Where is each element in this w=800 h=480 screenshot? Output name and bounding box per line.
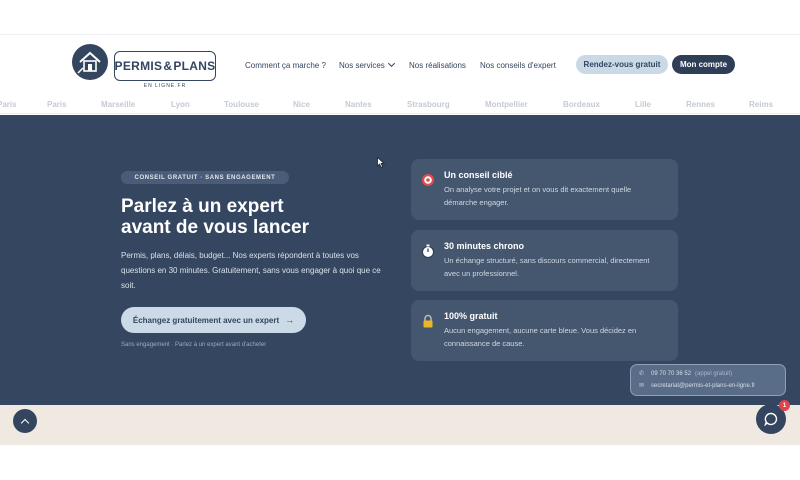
- account-button[interactable]: Mon compte: [672, 55, 735, 74]
- city-item[interactable]: Lyon: [171, 100, 190, 109]
- nav-realisations[interactable]: Nos réalisations: [409, 58, 466, 72]
- page: PERMIS & PLANS EN LIGNE.FR Comment ça ma…: [0, 0, 800, 480]
- city-item[interactable]: Nice: [293, 100, 310, 109]
- logo-subtitle: EN LIGNE.FR: [143, 83, 187, 89]
- city-item[interactable]: Rennes: [686, 100, 715, 109]
- padlock-icon: [423, 314, 433, 328]
- rdv-button[interactable]: Rendez-vous gratuit: [576, 55, 668, 74]
- feature-card: 100% gratuit Aucun engagement, aucune ca…: [411, 300, 678, 361]
- contact-panel: ✆ 09 70 70 36 52 (appel gratuit) ✉ secre…: [630, 364, 786, 396]
- city-item[interactable]: Paris: [0, 100, 17, 109]
- logo-brand-part2: PLANS: [173, 59, 216, 73]
- mail-icon: ✉: [639, 383, 645, 389]
- logo-ampersand: &: [163, 59, 173, 73]
- contact-email-row[interactable]: ✉ secretariat@permis-et-plans-en-ligne.f…: [639, 382, 756, 390]
- site-logo[interactable]: PERMIS & PLANS EN LIGNE.FR: [66, 38, 224, 96]
- hero-section: [0, 115, 800, 405]
- hero-headline: Parlez à un expert avant de vous lancer: [121, 196, 381, 238]
- talk-to-expert-button[interactable]: Échangez gratuitement avec un expert →: [121, 307, 306, 333]
- city-item[interactable]: Reims: [749, 100, 773, 109]
- contact-email: secretariat@permis-et-plans-en-ligne.fr: [651, 382, 756, 389]
- city-item[interactable]: Paris: [47, 100, 67, 109]
- hero-headline-line2: avant de vous lancer: [121, 217, 309, 238]
- feature-card: Un conseil ciblé On analyse votre projet…: [411, 159, 678, 220]
- feature-card-title: 30 minutes chrono: [444, 241, 525, 251]
- city-item[interactable]: Marseille: [101, 100, 135, 109]
- feature-card-title: Un conseil ciblé: [444, 170, 513, 180]
- phone-icon: ✆: [639, 371, 645, 377]
- chevron-up-icon: [20, 418, 30, 427]
- arrow-right-icon: →: [285, 315, 295, 325]
- beige-section: [0, 405, 800, 445]
- city-item[interactable]: Montpellier: [485, 100, 528, 109]
- feature-card-text: On analyse votre projet et on vous dit e…: [444, 185, 632, 207]
- contact-phone: 09 70 70 36 52: [651, 370, 692, 377]
- nav-how-it-works[interactable]: Comment ça marche ?: [245, 58, 326, 72]
- hero-headline-line1: Parlez à un expert: [121, 196, 284, 217]
- nav-services[interactable]: Nos services: [339, 58, 395, 72]
- logo-wordmark: PERMIS & PLANS: [114, 51, 216, 81]
- chevron-down-icon: [387, 59, 395, 68]
- hero-intro: Permis, plans, délais, budget... Nos exp…: [121, 251, 381, 290]
- nav-conseils[interactable]: Nos conseils d'expert: [480, 58, 556, 72]
- target-icon: [422, 174, 434, 186]
- cities-strip: Paris Paris Marseille Lyon Toulouse Nice…: [0, 96, 800, 114]
- feature-card-text: Aucun engagement, aucune carte bleue. Vo…: [444, 326, 637, 348]
- house-icon: [77, 51, 101, 74]
- hero-tagline-badge: CONSEIL GRATUIT · SANS ENGAGEMENT: [121, 171, 289, 184]
- scroll-to-top-button[interactable]: [13, 409, 37, 433]
- contact-phone-row[interactable]: ✆ 09 70 70 36 52 (appel gratuit): [639, 370, 733, 378]
- contact-phone-note: (appel gratuit): [695, 370, 733, 377]
- cta-label: Échangez gratuitement avec un expert: [132, 315, 280, 325]
- feature-card: 30 minutes chrono Un échange structuré, …: [411, 230, 678, 291]
- logo-brand-part1: PERMIS: [114, 59, 163, 73]
- chat-notification-badge: 1: [779, 400, 790, 411]
- city-item[interactable]: Strasbourg: [407, 100, 450, 109]
- city-item[interactable]: Bordeaux: [563, 100, 600, 109]
- hero-note: Sans engagement · Parlez à un expert ava…: [121, 342, 267, 348]
- chat-bubble-icon: [764, 412, 778, 426]
- feature-card-text: Un échange structuré, sans discours comm…: [444, 256, 650, 278]
- city-item[interactable]: Lille: [635, 100, 651, 109]
- nav-services-label: Nos services: [339, 60, 385, 70]
- city-item[interactable]: Toulouse: [224, 100, 259, 109]
- feature-card-title: 100% gratuit: [444, 311, 498, 321]
- stopwatch-icon: [422, 244, 434, 258]
- city-item[interactable]: Nantes: [345, 100, 372, 109]
- mouse-cursor-icon: [377, 157, 385, 168]
